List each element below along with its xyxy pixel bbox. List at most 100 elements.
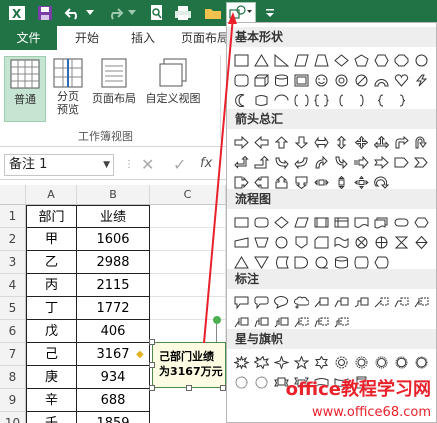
callout-oval-icon[interactable]: [273, 294, 290, 311]
print-preview-icon[interactable]: [146, 2, 168, 24]
shape-icon[interactable]: [353, 52, 370, 69]
rotation-handle[interactable]: [213, 316, 221, 324]
star-32-icon[interactable]: [253, 374, 270, 391]
curved-right-arrow-icon[interactable]: [273, 154, 290, 171]
down-arrow-icon[interactable]: [293, 134, 310, 151]
left-right-up-arrow-icon[interactable]: [373, 134, 390, 151]
table-cell[interactable]: 1859: [77, 412, 150, 423]
shape-icon[interactable]: [233, 92, 250, 109]
callout-rect-icon[interactable]: [233, 294, 250, 311]
undo-dropdown-icon[interactable]: [85, 2, 95, 24]
flowchart-terminator-icon[interactable]: [393, 214, 410, 231]
callout-line-icon[interactable]: [353, 294, 370, 311]
bent-arrow-icon[interactable]: [393, 134, 410, 151]
flowchart-card-icon[interactable]: [313, 234, 330, 251]
star-7-icon[interactable]: [333, 354, 350, 371]
callout-line-icon[interactable]: [333, 314, 350, 331]
custom-views-button[interactable]: 自定义视图: [142, 56, 204, 120]
callout-line-icon[interactable]: [253, 314, 270, 331]
flowchart-extract-icon[interactable]: [233, 254, 250, 271]
flowchart-magnetic-disk-icon[interactable]: [333, 254, 350, 271]
resize-handle[interactable]: [149, 385, 155, 391]
shapes-icon[interactable]: [226, 2, 256, 24]
flowchart-summing-junction-icon[interactable]: [353, 234, 370, 251]
resize-handle[interactable]: [149, 362, 155, 368]
curved-up-arrow-icon[interactable]: [313, 154, 330, 171]
flowchart-punched-tape-icon[interactable]: [333, 234, 350, 251]
shape-icon[interactable]: [293, 72, 310, 89]
quad-arrow-icon[interactable]: [353, 134, 370, 151]
star-12-icon[interactable]: [393, 354, 410, 371]
flowchart-multidocument-icon[interactable]: [373, 214, 390, 231]
table-cell[interactable]: 己: [26, 343, 77, 366]
shape-icon[interactable]: [273, 92, 290, 109]
table-cell[interactable]: 406: [77, 320, 150, 343]
explosion-icon[interactable]: [233, 354, 250, 371]
column-header[interactable]: B: [77, 185, 150, 205]
flowchart-collate-icon[interactable]: [393, 234, 410, 251]
open-folder-icon[interactable]: [202, 2, 224, 24]
flowchart-connector-icon[interactable]: [273, 234, 290, 251]
star-6-icon[interactable]: [313, 354, 330, 371]
tab-page-layout[interactable]: 页面布局: [181, 26, 229, 50]
flowchart-merge-icon[interactable]: [253, 254, 270, 271]
flowchart-manual-input-icon[interactable]: [233, 234, 250, 251]
shape-icon[interactable]: [393, 52, 410, 69]
save-icon[interactable]: [34, 2, 56, 24]
column-header[interactable]: A: [26, 185, 77, 205]
flowchart-or-icon[interactable]: [373, 234, 390, 251]
left-right-arrow-icon[interactable]: [313, 134, 330, 151]
shape-icon[interactable]: [313, 52, 330, 69]
row-header[interactable]: 9: [0, 389, 26, 412]
tab-home[interactable]: 开始: [75, 26, 99, 50]
up-arrow-icon[interactable]: [273, 134, 290, 151]
print-icon[interactable]: [172, 2, 194, 24]
shape-icon[interactable]: [293, 92, 310, 109]
callout-line-icon[interactable]: [413, 294, 430, 311]
page-layout-view-button[interactable]: 页面布局: [90, 56, 138, 120]
striped-right-arrow-icon[interactable]: [353, 154, 370, 171]
name-box[interactable]: 备注 1 ▼: [4, 154, 114, 176]
callout-arrow-icon[interactable]: [293, 174, 310, 191]
table-cell[interactable]: 辛: [26, 389, 77, 412]
flowchart-delay-icon[interactable]: [293, 254, 310, 271]
row-header[interactable]: 7: [0, 343, 26, 366]
shape-icon[interactable]: [413, 72, 430, 89]
table-cell[interactable]: 庚: [26, 366, 77, 389]
flowchart-process-icon[interactable]: [233, 214, 250, 231]
shape-icon[interactable]: [253, 72, 270, 89]
flowchart-sort-icon[interactable]: [413, 234, 430, 251]
star-16-icon[interactable]: [413, 354, 430, 371]
chevron-down-icon[interactable]: ▼: [103, 155, 110, 175]
flowchart-display-icon[interactable]: [373, 254, 390, 271]
shape-icon[interactable]: [333, 72, 350, 89]
flowchart-alt-process-icon[interactable]: [253, 214, 270, 231]
row-header[interactable]: 10: [0, 412, 26, 423]
flowchart-offpage-icon[interactable]: [293, 234, 310, 251]
column-header[interactable]: C: [150, 185, 226, 205]
callout-line-icon[interactable]: [313, 314, 330, 331]
empty-cell[interactable]: [150, 251, 226, 274]
row-header[interactable]: 1: [0, 205, 26, 228]
table-cell[interactable]: 壬: [26, 412, 77, 423]
empty-cell[interactable]: [150, 274, 226, 297]
shape-icon[interactable]: [313, 72, 330, 89]
shape-icon[interactable]: [333, 52, 350, 69]
callout-line-icon[interactable]: [333, 294, 350, 311]
table-cell[interactable]: 乙: [26, 251, 77, 274]
star-4-icon[interactable]: [273, 354, 290, 371]
chevron-arrow-icon[interactable]: [413, 154, 430, 171]
undo-icon[interactable]: [62, 2, 84, 24]
callout-line-icon[interactable]: [393, 294, 410, 311]
table-cell[interactable]: 部门: [26, 205, 77, 228]
shape-icon[interactable]: [253, 52, 270, 69]
empty-cell[interactable]: [150, 205, 226, 228]
shape-icon[interactable]: [293, 52, 310, 69]
explosion-icon[interactable]: [253, 354, 270, 371]
flowchart-sequential-storage-icon[interactable]: [313, 254, 330, 271]
callout-arrow-icon[interactable]: [333, 174, 350, 191]
table-cell[interactable]: 戊: [26, 320, 77, 343]
callout-arrow-icon[interactable]: [313, 174, 330, 191]
flowchart-direct-access-icon[interactable]: [353, 254, 370, 271]
shape-icon[interactable]: [313, 92, 330, 109]
